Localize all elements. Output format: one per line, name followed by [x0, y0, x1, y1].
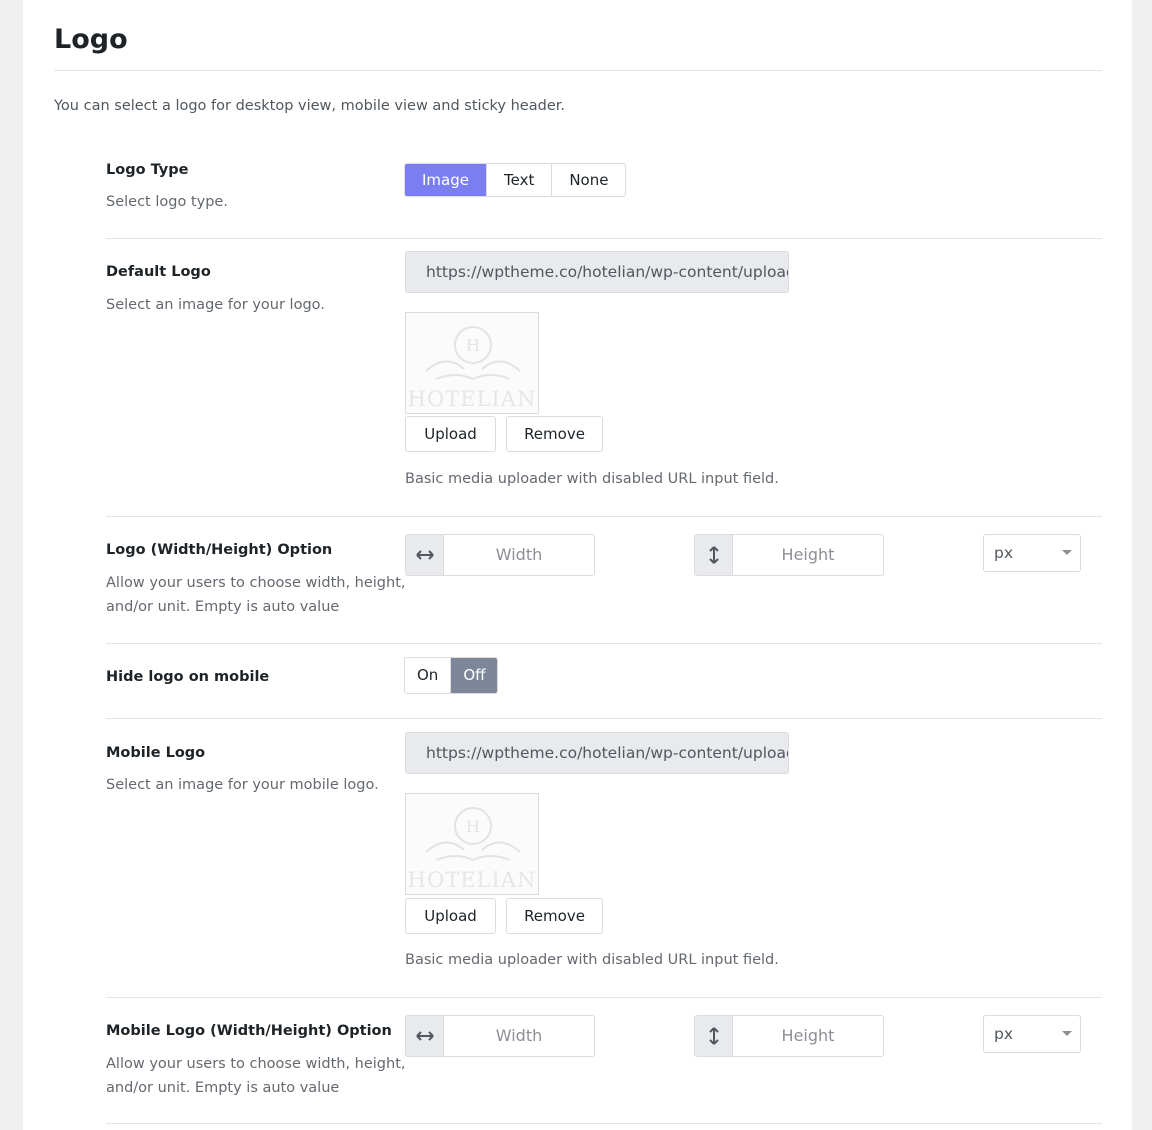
logo-type-desc: Select logo type. [106, 194, 228, 210]
default-logo-remove-button[interactable]: Remove [506, 416, 603, 452]
logo-unit-value: px [994, 544, 1014, 562]
logo-height-input[interactable]: Height [694, 534, 884, 576]
logo-unit-select[interactable]: px [983, 534, 1081, 572]
mobile-logo-dimensions-label: Mobile Logo (Width/Height) Option [106, 1023, 392, 1039]
logo-type-text-option[interactable]: Text [487, 164, 553, 196]
horizontal-arrows-icon [406, 1016, 444, 1056]
mobile-logo-help: Basic media uploader with disabled URL i… [405, 952, 779, 968]
default-logo-preview: H HOTELIAN [405, 312, 539, 414]
default-logo-label: Default Logo [106, 264, 211, 280]
vertical-arrows-icon [695, 535, 733, 575]
divider [106, 1123, 1102, 1124]
logo-type-image-option[interactable]: Image [405, 164, 487, 196]
page-title: Logo [54, 24, 128, 55]
mobile-logo-unit-select[interactable]: px [983, 1015, 1081, 1053]
hide-mobile-label: Hide logo on mobile [106, 669, 270, 685]
svg-text:H: H [466, 336, 480, 355]
mobile-logo-remove-button[interactable]: Remove [506, 898, 603, 934]
horizontal-arrows-icon [406, 535, 444, 575]
title-divider [54, 70, 1102, 71]
hide-mobile-on-option[interactable]: On [405, 658, 452, 693]
logo-width-input[interactable]: Width [405, 534, 595, 576]
mobile-logo-width-input[interactable]: Width [405, 1015, 595, 1057]
section-intro: You can select a logo for desktop view, … [54, 98, 565, 114]
divider [106, 516, 1102, 517]
logo-preview-text: HOTELIAN [407, 868, 537, 892]
mobile-logo-dimensions-desc: Allow your users to choose width, height… [106, 1056, 406, 1096]
logo-height-placeholder: Height [781, 545, 835, 564]
mobile-logo-height-input[interactable]: Height [694, 1015, 884, 1057]
mobile-logo-unit-value: px [994, 1025, 1014, 1043]
default-logo-upload-button[interactable]: Upload [405, 416, 496, 452]
logo-width-placeholder: Width [495, 545, 543, 564]
mobile-logo-upload-button[interactable]: Upload [405, 898, 496, 934]
divider [106, 238, 1102, 239]
mobile-logo-label: Mobile Logo [106, 745, 206, 761]
divider [106, 718, 1102, 719]
settings-panel: Logo You can select a logo for desktop v… [23, 0, 1132, 1130]
default-logo-url-field: https://wptheme.co/hotelian/wp-content/u… [405, 251, 789, 293]
mobile-logo-width-placeholder: Width [495, 1026, 543, 1045]
hide-mobile-off-option[interactable]: Off [451, 658, 498, 693]
hide-mobile-toggle: On Off [404, 657, 499, 694]
logo-dimensions-label: Logo (Width/Height) Option [106, 542, 333, 558]
mobile-logo-preview: H HOTELIAN [405, 793, 539, 895]
mobile-logo-height-placeholder: Height [781, 1026, 835, 1045]
default-logo-desc: Select an image for your logo. [106, 297, 325, 313]
divider [106, 997, 1102, 998]
vertical-arrows-icon [695, 1016, 733, 1056]
chevron-down-icon [1062, 1031, 1072, 1036]
chevron-down-icon [1062, 550, 1072, 555]
logo-dimensions-desc: Allow your users to choose width, height… [106, 575, 406, 615]
default-logo-help: Basic media uploader with disabled URL i… [405, 471, 779, 487]
logo-type-selector: Image Text None [404, 163, 627, 197]
logo-type-label: Logo Type [106, 162, 189, 178]
logo-preview-text: HOTELIAN [407, 387, 537, 411]
mobile-logo-url-field: https://wptheme.co/hotelian/wp-content/u… [405, 732, 789, 774]
logo-type-none-option[interactable]: None [552, 164, 625, 196]
svg-text:H: H [466, 817, 480, 836]
divider [106, 643, 1102, 644]
mobile-logo-desc: Select an image for your mobile logo. [106, 777, 379, 793]
